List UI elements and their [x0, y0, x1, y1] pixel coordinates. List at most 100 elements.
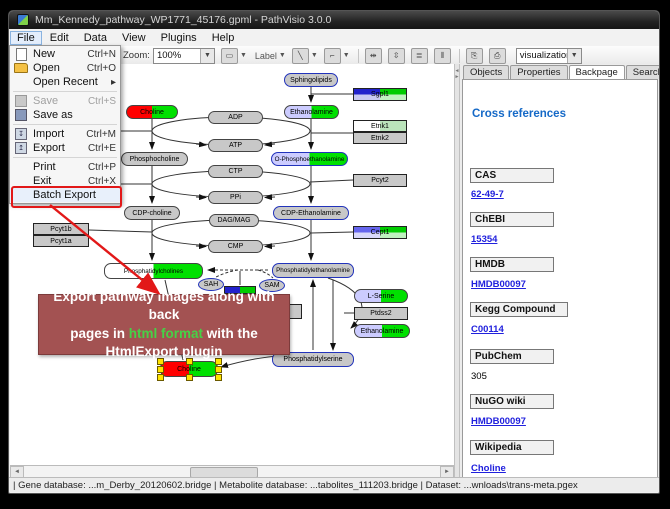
chevron-down-icon[interactable]: ▼ — [200, 49, 214, 63]
pathway-node-cdp-choline[interactable]: CDP-choline — [124, 206, 180, 220]
menu-item-open[interactable]: OpenCtrl+O — [10, 61, 120, 75]
page-setup-icon[interactable]: ⎙ — [489, 48, 506, 64]
menu-shortcut: Ctrl+M — [86, 129, 116, 140]
datanode-tool-icon[interactable]: ▭▼ — [221, 48, 247, 64]
window-title: Mm_Kennedy_pathway_WP1771_45176.gpml - P… — [35, 14, 331, 26]
menu-item-export[interactable]: ↥ExportCtrl+E — [10, 141, 120, 155]
tab-search[interactable]: Search — [626, 65, 660, 79]
pathway-node-choline-top[interactable]: Choline — [126, 105, 178, 119]
pathway-node-phosphatidylethanolamine[interactable]: Phosphatidylethanolamine — [272, 263, 354, 278]
selection-handle[interactable] — [215, 374, 222, 381]
reference-link-HMDB00097[interactable]: HMDB00097 — [471, 416, 526, 427]
selection-handle[interactable] — [215, 366, 222, 373]
menu-item-new[interactable]: NewCtrl+N — [10, 47, 120, 61]
match-height-icon[interactable]: ⦀ — [434, 48, 451, 64]
side-panel: ObjectsPropertiesBackpageSearchLegend Cr… — [460, 64, 659, 477]
reference-link-C00114[interactable]: C00114 — [471, 324, 504, 335]
pathway-node-adp[interactable]: ADP — [208, 111, 263, 124]
label-tool-icon[interactable]: Label▼ — [253, 51, 286, 61]
pathway-edge — [196, 197, 206, 198]
node-label: ADP — [228, 114, 242, 121]
pathway-node-pcyt1b[interactable]: Pcyt1b — [33, 223, 89, 235]
menu-data[interactable]: Data — [77, 31, 114, 45]
reference-link-Choline[interactable]: Choline — [471, 463, 506, 474]
tab-backpage[interactable]: Backpage — [569, 65, 625, 79]
menu-shortcut: Ctrl+P — [88, 162, 116, 173]
menu-help[interactable]: Help — [205, 31, 242, 45]
pathway-node-ppi[interactable]: PPi — [208, 191, 263, 204]
pathway-node-dag-mag[interactable]: DAG/MAG — [209, 214, 259, 227]
node-label: L-Serine — [368, 293, 394, 300]
file-menu: NewCtrl+NOpenCtrl+OOpen Recent▸ Save Ctrl+… — [9, 45, 121, 204]
menu-view[interactable]: View — [115, 31, 153, 45]
reference-database-kegg-compound: Kegg Compound — [470, 302, 568, 317]
pathway-node-cept1[interactable]: Cept1 — [353, 226, 407, 239]
visualization-combobox[interactable]: visualization ▼ — [516, 48, 582, 64]
reference-database-nugo-wiki: NuGO wiki — [470, 394, 554, 409]
collapse-right-icon[interactable]: ► — [455, 74, 460, 80]
node-label: DAG/MAG — [217, 217, 250, 224]
reference-database-cas: CAS — [470, 168, 554, 183]
menu-edit[interactable]: Edit — [43, 31, 76, 45]
menu-shortcut: Ctrl+E — [88, 143, 116, 154]
menu-item-save-as[interactable]: Save as — [10, 108, 120, 122]
menu-item-label: Save — [33, 95, 80, 107]
callout-line: pages in html format with the — [70, 325, 258, 343]
pathway-node-atp[interactable]: ATP — [208, 139, 263, 152]
scrollbar-thumb[interactable] — [190, 467, 258, 478]
pathway-node-ctp[interactable]: CTP — [208, 165, 263, 178]
chevron-down-icon[interactable]: ▼ — [567, 49, 581, 63]
printer-icon[interactable]: ⎘ — [466, 48, 483, 64]
selection-handle[interactable] — [157, 374, 164, 381]
pathway-node-phosphocholine[interactable]: Phosphocholine — [121, 152, 188, 166]
node-label: Choline — [177, 366, 201, 373]
save-as-disk-icon — [13, 109, 29, 121]
chevron-down-icon[interactable]: ▼ — [311, 52, 318, 59]
connector-tool-icon[interactable]: ⌐▼ — [324, 48, 350, 64]
title-bar[interactable]: Mm_Kennedy_pathway_WP1771_45176.gpml - P… — [9, 11, 659, 29]
pathway-node-ethanolamine-top[interactable]: Ethanolamine — [284, 105, 339, 119]
pathway-node-phosphatidylcholines[interactable]: Phosphatidylcholines — [104, 263, 203, 279]
chevron-down-icon[interactable]: ▼ — [240, 52, 247, 59]
pathway-node-etnk1[interactable]: Etnk1 — [353, 120, 407, 132]
reference-id: C00114 — [471, 324, 504, 335]
reference-link-HMDB00097[interactable]: HMDB00097 — [471, 279, 526, 290]
reference-link-15354[interactable]: 15354 — [471, 234, 497, 245]
selection-handle[interactable] — [157, 366, 164, 373]
pathway-node-sgpl1[interactable]: Sgpl1 — [353, 88, 407, 101]
reference-link-62-49-7[interactable]: 62-49-7 — [471, 189, 504, 200]
pathway-node-l-serine[interactable]: L-Serine — [354, 289, 408, 303]
tab-objects[interactable]: Objects — [463, 65, 509, 79]
chevron-down-icon[interactable]: ▼ — [279, 52, 286, 59]
cross-references-heading: Cross references — [472, 108, 566, 120]
pathway-node-ethanolamine-bottom[interactable]: Ethanolamine — [354, 324, 410, 338]
pathway-node-pcyt2[interactable]: Pcyt2 — [353, 174, 407, 187]
reference-database-hmdb: HMDB — [470, 257, 554, 272]
match-width-icon[interactable]: ≣ — [411, 48, 428, 64]
selection-handle[interactable] — [186, 374, 193, 381]
callout-text: pages in — [70, 326, 129, 341]
chevron-down-icon[interactable]: ▼ — [343, 52, 350, 59]
pathway-node-sphingolipids[interactable]: Sphingolipids — [284, 73, 338, 87]
datanode-tool-icon: ▭ — [221, 48, 238, 64]
node-label: Phosphatidylethanolamine — [276, 267, 350, 274]
batch-export-highlight-box — [11, 186, 122, 208]
menu-item-import[interactable]: ↧ImportCtrl+M — [10, 127, 120, 141]
pathway-node-ptdss2[interactable]: Ptdss2 — [354, 307, 408, 320]
menu-plugins[interactable]: Plugins — [154, 31, 204, 45]
menu-item-print[interactable]: PrintCtrl+P — [10, 160, 120, 174]
pathway-node-cmp[interactable]: CMP — [208, 240, 263, 253]
pathway-node-cdp-ethanolamine[interactable]: CDP-Ethanolamine — [273, 206, 349, 220]
align-center-y-icon[interactable]: ⇳ — [388, 48, 405, 64]
side-panel-tabs: ObjectsPropertiesBackpageSearchLegend — [463, 65, 660, 79]
menu-item-open-recent[interactable]: Open Recent▸ — [10, 75, 120, 89]
tab-properties[interactable]: Properties — [510, 65, 567, 79]
align-center-x-icon[interactable]: ⇹ — [365, 48, 382, 64]
pathway-node-etnk2[interactable]: Etnk2 — [353, 132, 407, 144]
zoom-combobox[interactable]: 100% ▼ — [153, 48, 215, 64]
menu-file[interactable]: File — [10, 31, 42, 45]
line-tool-icon[interactable]: ╲▼ — [292, 48, 318, 64]
pathway-node-o-phosphoethanolamine[interactable]: O-Phosphoethanolamine — [271, 152, 348, 166]
pathway-node-pcyt1a[interactable]: Pcyt1a — [33, 235, 89, 247]
node-label: Ethanolamine — [290, 109, 333, 116]
